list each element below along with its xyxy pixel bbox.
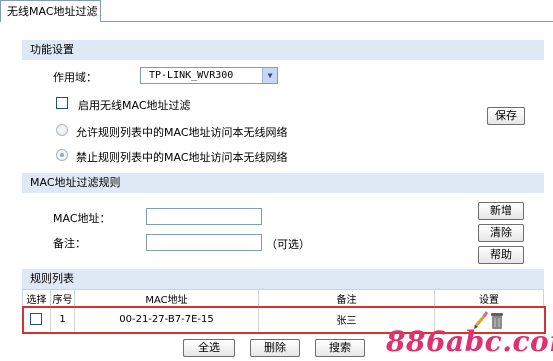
site-watermark: 886abc.com bbox=[386, 325, 553, 358]
scope-select[interactable]: TP-LINK_WVR300 ▼ bbox=[140, 67, 278, 84]
enable-filter-checkbox[interactable] bbox=[56, 97, 68, 109]
mac-address-input[interactable] bbox=[146, 208, 262, 225]
delete-button[interactable]: 删除 bbox=[250, 339, 300, 357]
mac-address-label: MAC地址： bbox=[53, 212, 111, 225]
function-settings-header: 功能设置 bbox=[22, 40, 544, 60]
note-label: 备注： bbox=[53, 237, 86, 250]
column-header-index: 序号 bbox=[50, 289, 75, 308]
column-header-select: 选择 bbox=[22, 289, 51, 308]
save-button[interactable]: 保存 bbox=[487, 107, 525, 125]
filter-rules-header: MAC地址过滤规则 bbox=[22, 173, 544, 193]
help-button[interactable]: 帮助 bbox=[478, 246, 524, 264]
column-header-settings: 设置 bbox=[434, 289, 544, 308]
column-header-note: 备注 bbox=[258, 289, 435, 308]
scope-select-value: TP-LINK_WVR300 bbox=[149, 70, 234, 81]
enable-filter-label: 启用无线MAC地址过滤 bbox=[78, 99, 191, 112]
scope-label: 作用域： bbox=[53, 71, 97, 84]
tab-strip: 无线MAC地址过滤 bbox=[0, 0, 553, 22]
clear-button[interactable]: 清除 bbox=[478, 224, 524, 242]
column-header-mac: MAC地址 bbox=[74, 289, 259, 308]
deny-rule-radio[interactable] bbox=[56, 149, 68, 161]
search-button[interactable]: 搜索 bbox=[315, 339, 365, 357]
table-header-row: 选择 序号 MAC地址 备注 设置 bbox=[22, 289, 544, 308]
allow-rule-radio[interactable] bbox=[56, 124, 68, 136]
allow-rule-label: 允许规则列表中的MAC地址访问本无线网络 bbox=[76, 126, 288, 139]
optional-hint: （可选） bbox=[266, 238, 310, 251]
deny-rule-label: 禁止规则列表中的MAC地址访问本无线网络 bbox=[76, 151, 288, 164]
tab-wireless-mac-filter[interactable]: 无线MAC地址过滤 bbox=[0, 0, 101, 22]
select-all-button[interactable]: 全选 bbox=[183, 339, 235, 357]
rule-list-header: 规则列表 bbox=[22, 269, 544, 289]
note-input[interactable] bbox=[146, 234, 262, 251]
add-button[interactable]: 新增 bbox=[478, 202, 524, 220]
chevron-down-icon[interactable]: ▼ bbox=[262, 68, 277, 83]
